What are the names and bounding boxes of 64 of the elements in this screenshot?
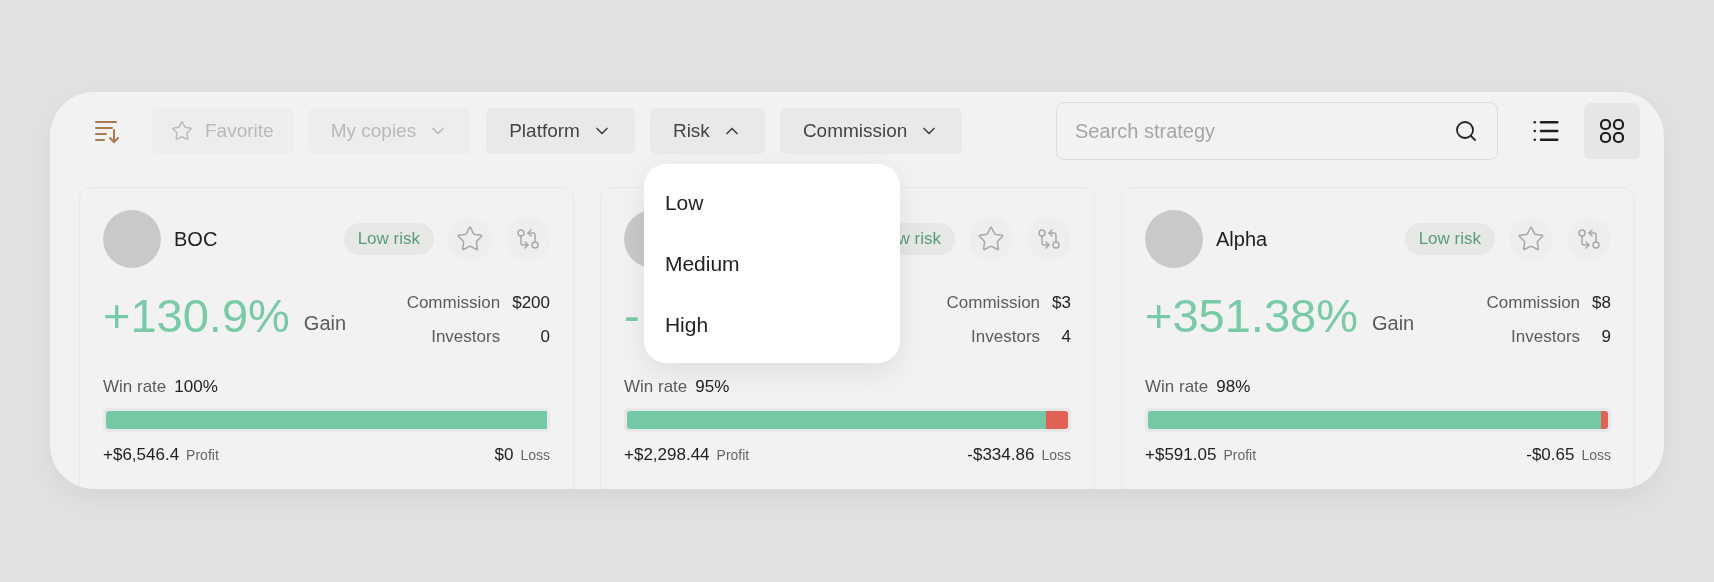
strategy-name: Alpha <box>1216 227 1268 252</box>
loss-label: Loss <box>1581 446 1611 465</box>
loss-segment <box>1045 410 1068 429</box>
commission-value: $8 <box>1592 292 1611 314</box>
commission-value: $200 <box>512 292 550 314</box>
win-rate-value: 100% <box>174 376 218 398</box>
swap-arrows-icon <box>516 227 540 251</box>
investors-label: Investors <box>970 325 1041 348</box>
investors-label: Investors <box>1510 325 1581 348</box>
copy-button[interactable] <box>1027 217 1071 261</box>
copy-button[interactable] <box>1567 217 1611 261</box>
commission-label: Commission <box>946 292 1041 314</box>
loss-value: -$334.86 <box>967 443 1035 466</box>
grid-view-button[interactable] <box>1584 103 1640 159</box>
menu-item[interactable]: Low <box>643 172 900 233</box>
profit-value: +$2,298.44 <box>624 443 710 466</box>
profit-label: Profit <box>716 446 750 465</box>
commission-value: $3 <box>1052 292 1071 314</box>
gain-value: - <box>624 290 640 342</box>
loss-label: Loss <box>1041 446 1071 465</box>
star-icon <box>1517 225 1545 253</box>
filter-button[interactable]: Risk <box>649 108 765 154</box>
investors-value: 9 <box>1600 325 1611 348</box>
search-field[interactable]: Search strategy <box>1056 102 1498 160</box>
win-rate-value: 98% <box>1216 376 1251 398</box>
win-rate-label: Win rate <box>1145 376 1209 398</box>
favorite-button[interactable] <box>1509 217 1553 261</box>
risk-badge: Low risk <box>1404 223 1495 255</box>
filter-button[interactable]: Commission <box>779 108 963 154</box>
favorite-button[interactable] <box>969 217 1013 261</box>
loss-value: $0 <box>494 443 514 466</box>
gain-value: +351.38% <box>1145 290 1358 342</box>
menu-item[interactable]: Medium <box>643 233 900 294</box>
search-icon[interactable] <box>1454 119 1478 143</box>
profit-label: Profit <box>186 446 219 465</box>
swap-arrows-icon <box>1037 227 1061 251</box>
copy-button[interactable] <box>506 217 550 261</box>
risk-badge: Low risk <box>343 223 434 255</box>
star-icon <box>977 225 1005 253</box>
investors-label: Investors <box>430 325 501 348</box>
win-rate-label: Win rate <box>103 376 167 398</box>
investors-value: 4 <box>1060 325 1071 348</box>
loss-value: -$0.65 <box>1526 443 1575 466</box>
profit-label: Profit <box>1223 446 1257 465</box>
strategy-name: BOC <box>174 227 218 252</box>
star-icon <box>456 225 484 253</box>
menu-item[interactable]: High <box>643 294 900 355</box>
filter-button[interactable]: Platform <box>486 108 635 154</box>
win-rate-label: Win rate <box>624 376 688 398</box>
gain-value: +130.9% <box>103 290 290 342</box>
grid-view-icon <box>1599 118 1625 144</box>
profit-value: +$591.05 <box>1145 443 1217 466</box>
loss-label: Loss <box>520 446 550 465</box>
investors-value: 0 <box>539 325 550 348</box>
win-rate-value: 95% <box>695 376 730 398</box>
profit-value: +$6,546.4 <box>103 443 180 466</box>
favorite-button[interactable] <box>448 217 492 261</box>
commission-label: Commission <box>406 292 501 314</box>
loss-segment <box>1601 410 1608 429</box>
gain-label: Gain <box>1372 311 1415 336</box>
swap-arrows-icon <box>1577 227 1601 251</box>
gain-label: Gain <box>303 311 347 336</box>
commission-label: Commission <box>1486 292 1581 314</box>
star-icon <box>171 120 193 142</box>
